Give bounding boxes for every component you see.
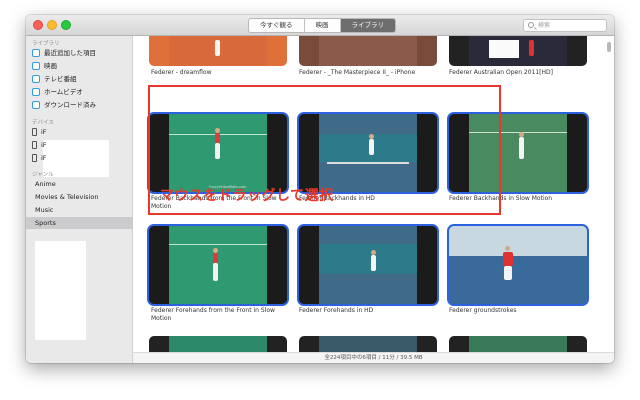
scrollbar[interactable] (607, 38, 611, 348)
sidebar-item-label: iF (41, 141, 47, 149)
search-icon (528, 22, 534, 28)
sidebar-item-label: テレビ番組 (44, 75, 77, 83)
grid-item-title: Federer - _The Masterpiece II_ - iPhone (299, 69, 416, 76)
sidebar-item-device-3[interactable]: iF (32, 152, 47, 164)
minimize-window-button[interactable] (47, 20, 57, 30)
grid-item-thumbnail[interactable] (299, 36, 437, 66)
library-section-header: ライブラリ (32, 41, 60, 47)
grid-item-thumbnail[interactable] (149, 36, 287, 66)
tab-movies[interactable]: 映画 (305, 19, 341, 32)
grid-item-thumbnail[interactable] (299, 226, 437, 304)
view-segmented-control: 今すぐ観る 映画 ライブラリ (248, 18, 396, 33)
sidebar-item-anime[interactable]: Anime (26, 178, 133, 190)
grid-item-thumbnail[interactable] (299, 336, 437, 352)
sidebar-item-home-videos[interactable]: ホームビデオ (32, 86, 83, 98)
sidebar-item-label: 最近追加した項目 (44, 49, 96, 57)
sidebar-item-label: iF (41, 154, 47, 162)
home-video-icon (32, 88, 40, 96)
grid-item-thumbnail[interactable] (449, 226, 587, 304)
grid-item-thumbnail[interactable] (449, 336, 587, 352)
recently-added-icon (32, 49, 40, 57)
grid-item-title: Federer Backhands in Slow Motion (449, 195, 553, 202)
close-window-button[interactable] (33, 20, 43, 30)
sidebar-item-movies-television[interactable]: Movies & Television (26, 191, 133, 203)
annotation-text: マウスをドラッグして選択 (160, 188, 334, 204)
grid-item-thumbnail[interactable] (299, 114, 437, 192)
title-bar: 今すぐ観る 映画 ライブラリ 検索 (26, 15, 614, 36)
movies-icon (32, 62, 40, 70)
phone-icon (32, 128, 37, 136)
grid-item-title: Federer Australian Open 2011[HD] (449, 69, 553, 76)
scrollbar-thumb[interactable] (607, 42, 611, 52)
grid-item-thumbnail[interactable] (449, 114, 587, 192)
sidebar-item-music[interactable]: Music (26, 204, 133, 216)
sidebar-item-label: ホームビデオ (44, 88, 83, 96)
tv-icon (32, 75, 40, 83)
tab-watch-now[interactable]: 今すぐ観る (249, 19, 305, 32)
genres-section-header: ジャンル (32, 172, 54, 178)
devices-section-header: デバイス (32, 120, 54, 126)
search-field[interactable]: 検索 (523, 19, 607, 32)
grid-item-thumbnail[interactable] (149, 226, 287, 304)
sidebar-item-device-2[interactable]: iF (32, 139, 47, 151)
sidebar-redaction (35, 241, 86, 340)
search-placeholder: 検索 (538, 22, 551, 29)
phone-icon (32, 141, 37, 149)
sidebar-item-recently-added[interactable]: 最近追加した項目 (32, 47, 96, 59)
sidebar-item-sports[interactable]: Sports (26, 217, 133, 229)
download-icon (32, 101, 40, 109)
sidebar-item-label: 映画 (44, 62, 57, 70)
grid-item-thumbnail[interactable]: FuzzyYellowBalls.com (149, 114, 287, 192)
sidebar: ライブラリ 最近追加した項目 映画 テレビ番組 ホームビデオ ダウンロード済み … (26, 36, 133, 363)
grid-item-title: Federer groundstrokes (449, 307, 517, 314)
sidebar-item-downloaded[interactable]: ダウンロード済み (32, 99, 96, 111)
grid-item-title: Federer Forehands from the Front in Slow… (151, 307, 275, 322)
maximize-window-button[interactable] (61, 20, 71, 30)
grid-item-title: Federer - dreamflow (151, 69, 212, 76)
sidebar-item-device-1[interactable]: iF (32, 126, 47, 138)
grid-item-thumbnail[interactable] (149, 336, 287, 352)
status-bar: 全224項目中の6項目 / 11分 / 39.5 MB (133, 352, 614, 363)
sidebar-item-movies[interactable]: 映画 (32, 60, 57, 72)
sidebar-item-label: ダウンロード済み (44, 101, 96, 109)
sidebar-item-tv-shows[interactable]: テレビ番組 (32, 73, 77, 85)
sidebar-item-label: iF (41, 128, 47, 136)
grid-item-title: Federer Forehands in HD (299, 307, 374, 314)
grid-item-thumbnail[interactable] (449, 36, 587, 66)
tab-library[interactable]: ライブラリ (340, 19, 395, 32)
phone-icon (32, 154, 37, 162)
